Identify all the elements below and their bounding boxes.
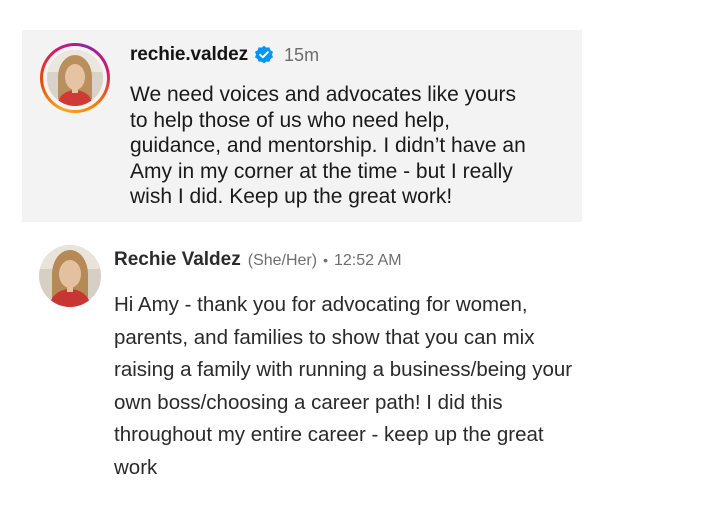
- commenter-name[interactable]: Rechie Valdez: [114, 249, 241, 271]
- comment-header: rechie.valdez 15m: [130, 44, 319, 66]
- comment-timestamp: 15m: [284, 44, 320, 65]
- linkedin-comment: Rechie Valdez (She/Her) • 12:52 AM Hi Am…: [0, 230, 727, 500]
- story-ring[interactable]: [40, 43, 110, 113]
- avatar[interactable]: [39, 245, 101, 307]
- avatar-photo: [47, 50, 103, 106]
- avatar[interactable]: [47, 50, 103, 106]
- comment-header: Rechie Valdez (She/Her) • 12:52 AM: [114, 249, 402, 271]
- avatar-photo: [39, 245, 101, 307]
- story-ring-gap: [43, 46, 107, 110]
- comment-text: Hi Amy - thank you for advocating for wo…: [114, 293, 573, 479]
- instagram-comment-card: rechie.valdez 15m We need voices and adv…: [22, 30, 582, 222]
- comment-text: We need voices and advocates like yours …: [130, 83, 526, 208]
- pronouns: (She/Her): [247, 252, 318, 269]
- comment-timestamp: 12:52 AM: [334, 252, 402, 269]
- username[interactable]: rechie.valdez: [130, 44, 248, 66]
- verified-badge-icon: [254, 45, 274, 65]
- screenshot-canvas: rechie.valdez 15m We need voices and adv…: [0, 0, 727, 505]
- separator-dot: •: [323, 252, 328, 268]
